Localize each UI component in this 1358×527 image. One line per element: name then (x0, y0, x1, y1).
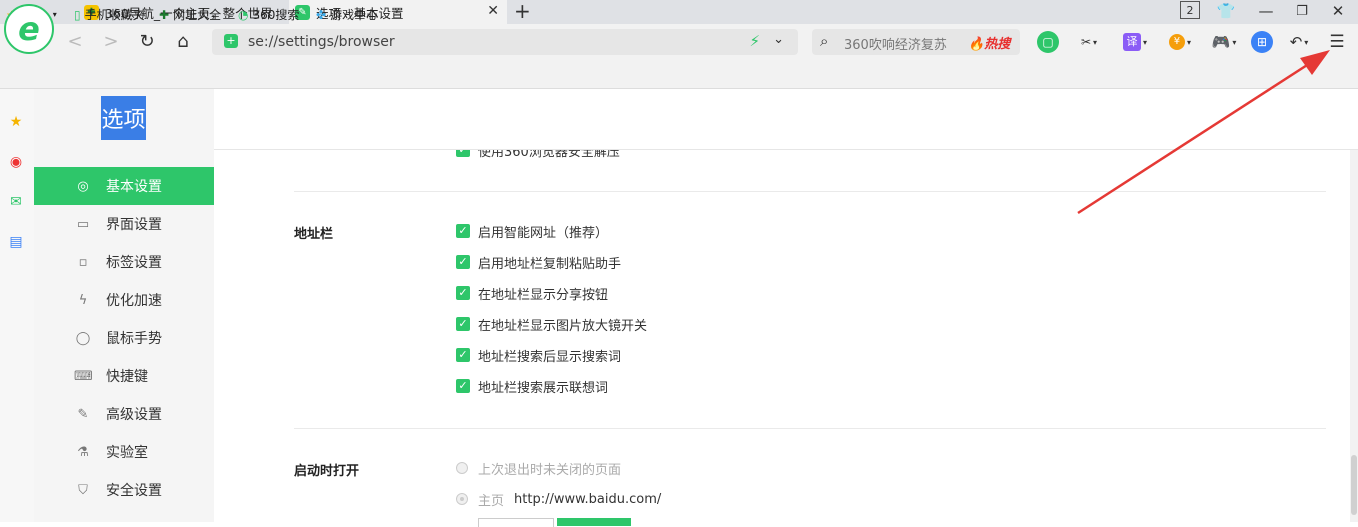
keyboard-icon: ⌨ (74, 368, 93, 384)
bookmark-360search[interactable]: ◔ 360搜索 (238, 6, 299, 23)
startup-section-label: 启动时打开 (294, 464, 360, 479)
use-current-page-button[interactable] (557, 518, 631, 526)
url-text[interactable]: se://settings/browser (248, 34, 395, 50)
search-box[interactable]: ⌕ 360吹响经济复苏 🔥热搜 (812, 29, 1020, 55)
speed-mode-icon[interactable]: ⚡ (749, 32, 760, 50)
checkbox-checked-icon: ✓ (456, 379, 470, 393)
search-logo-icon: ◔ (238, 7, 249, 22)
checkbox-show-search-term[interactable]: ✓ 地址栏搜索后显示搜索词 (456, 346, 621, 365)
skin-icon[interactable]: 👕 (1214, 0, 1238, 22)
set-homepage-button[interactable] (478, 518, 554, 527)
nav-lab[interactable]: ⚗ 实验室 (34, 433, 214, 471)
nav-shortcuts[interactable]: ⌨ 快捷键 (34, 357, 214, 395)
nav-mouse-gestures[interactable]: ◯ 鼠标手势 (34, 319, 214, 357)
flask-icon: ⚗ (77, 444, 89, 460)
mouse-icon: ◯ (75, 330, 91, 346)
checkbox-search-suggestions[interactable]: ✓ 地址栏搜索展示联想词 (456, 377, 608, 396)
radio-restore-last-session[interactable]: 上次退出时未关闭的页面 (456, 459, 621, 478)
addressbar-section-label: 地址栏 (294, 227, 334, 242)
checkbox-magnifier-toggle[interactable]: ✓ 在地址栏显示图片放大镜开关 (456, 315, 647, 334)
content-scrollbar[interactable] (1350, 150, 1358, 522)
homepage-url: http://www.baidu.com/ (514, 491, 662, 507)
chat-icon[interactable]: ▢ (1037, 31, 1059, 53)
document-icon[interactable]: ▤ (5, 231, 27, 253)
tab-icon: ▫ (78, 254, 88, 270)
bookmark-games[interactable]: ✤ 游戏中心 (316, 6, 378, 23)
nav-basic-settings[interactable]: ◎ 基本设置 (34, 167, 214, 205)
bookmark-sites[interactable]: ✚ 网址大全 (159, 6, 221, 23)
bolt-icon: ϟ (78, 292, 88, 308)
new-tab-button[interactable]: + (514, 0, 531, 22)
checkbox-checked-icon: ✓ (456, 286, 470, 300)
coupon-icon[interactable]: ¥ ▾ (1165, 31, 1195, 53)
close-tab-icon[interactable]: ✕ (487, 3, 499, 19)
radio-unselected-icon (456, 462, 468, 474)
puzzle-icon: ✤ (316, 7, 327, 22)
360-browser-logo-icon[interactable]: e (4, 4, 54, 54)
weibo-icon[interactable]: ◉ (5, 151, 27, 173)
checkbox-checked-icon: ✓ (456, 317, 470, 331)
radio-homepage[interactable]: 主页 http://www.baidu.com/ (456, 490, 662, 509)
chevron-down-icon: ▾ (52, 10, 57, 19)
game-controller-icon[interactable]: 🎮 ▾ (1208, 31, 1240, 53)
reload-button[interactable]: ↻ (134, 28, 160, 54)
nav-optimize[interactable]: ϟ 优化加速 (34, 281, 214, 319)
phone-icon: ▯ (74, 7, 81, 22)
nav-security-settings[interactable]: ⛉ 安全设置 (34, 471, 214, 509)
hot-search-label[interactable]: 🔥热搜 (968, 33, 1010, 52)
scissors-icon[interactable]: ✂ ▾ (1074, 31, 1104, 53)
minimize-button[interactable]: — (1254, 0, 1278, 22)
options-title: 选项 (101, 96, 146, 140)
home-button[interactable]: ⌂ (170, 28, 196, 54)
address-bar[interactable]: + se://settings/browser ⚡ ⌄ (212, 29, 798, 55)
wrench-icon: ✎ (77, 406, 89, 422)
close-window-button[interactable]: ✕ (1326, 0, 1350, 22)
translate-button[interactable]: 译 ▾ (1120, 31, 1150, 53)
chevron-down-icon[interactable]: ⌄ (773, 32, 784, 47)
window-icon: ▭ (76, 216, 90, 232)
nav-advanced-settings[interactable]: ✎ 高级设置 (34, 395, 214, 433)
nav-interface-settings[interactable]: ▭ 界面设置 (34, 205, 214, 243)
360-logo-icon: ✚ (159, 7, 170, 22)
nav-tab-settings[interactable]: ▫ 标签设置 (34, 243, 214, 281)
checkbox-checked-icon: ✓ (456, 224, 470, 238)
checkbox-share-button[interactable]: ✓ 在地址栏显示分享按钮 (456, 284, 608, 303)
search-suggestion[interactable]: 360吹响经济复苏 (844, 34, 952, 53)
forward-button[interactable]: > (98, 28, 124, 54)
menu-icon[interactable]: ☰ (1326, 31, 1348, 53)
checkbox-paste-helper[interactable]: ✓ 启用地址栏复制粘贴助手 (456, 253, 621, 272)
scrollbar-thumb[interactable] (1351, 455, 1357, 515)
content-header (214, 89, 1358, 150)
mail-icon[interactable]: ✉ (5, 191, 27, 213)
bookmark-mobile[interactable]: ▯ 手机收藏夹 (74, 6, 145, 23)
checkbox-checked-icon: ✓ (456, 348, 470, 362)
radio-selected-icon (456, 493, 468, 505)
back-button[interactable]: < (62, 28, 88, 54)
shield-icon: ⛉ (78, 482, 88, 498)
window-count-badge[interactable]: 2 (1180, 1, 1200, 19)
security-shield-icon[interactable]: + (224, 34, 238, 48)
undo-close-icon[interactable]: ↶ ▾ (1284, 31, 1314, 53)
checkbox-checked-icon: ✓ (456, 255, 470, 269)
restore-button[interactable]: ❐ (1290, 0, 1314, 22)
section-divider (294, 428, 1326, 429)
checkbox-smart-url[interactable]: ✓ 启用智能网址（推荐） (456, 222, 608, 241)
bookmarks-bar (0, 60, 1358, 89)
search-icon: ⌕ (820, 32, 829, 50)
favorites-star-icon[interactable]: ★ (5, 111, 27, 133)
apps-grid-icon[interactable]: ⊞ (1251, 31, 1273, 53)
section-divider (294, 191, 1326, 192)
gear-icon: ◎ (77, 178, 89, 194)
